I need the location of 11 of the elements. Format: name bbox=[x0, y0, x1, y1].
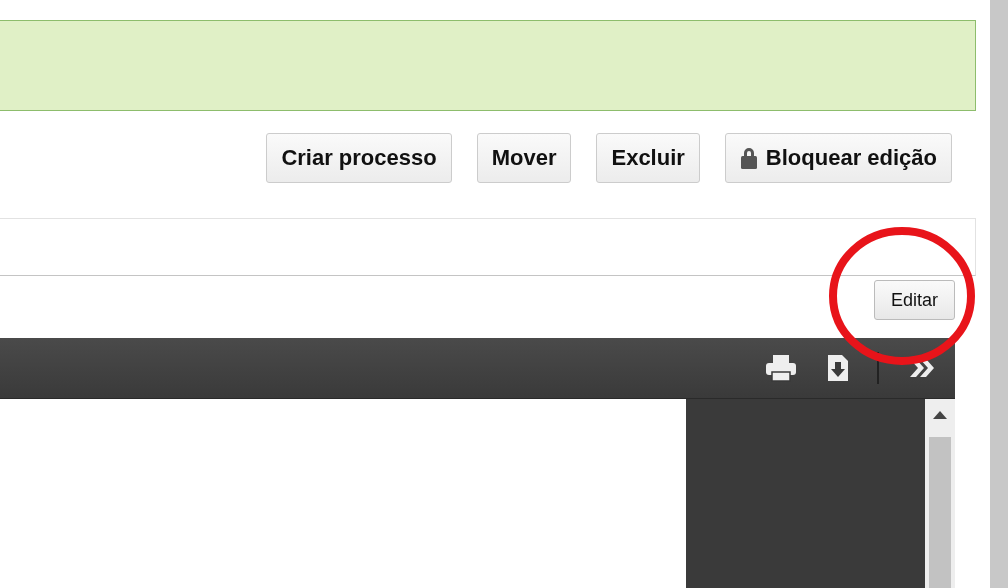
lock-icon bbox=[739, 146, 758, 170]
print-icon[interactable] bbox=[765, 354, 797, 382]
action-button[interactable]: Bloquear edição bbox=[724, 133, 952, 183]
edit-button[interactable]: Editar bbox=[873, 280, 955, 320]
action-button[interactable]: Excluir bbox=[596, 133, 700, 183]
scroll-up-icon[interactable] bbox=[933, 411, 947, 419]
action-button[interactable]: Mover bbox=[476, 133, 572, 183]
scrollbar[interactable] bbox=[925, 399, 955, 588]
download-icon[interactable] bbox=[827, 354, 849, 382]
page-scrollbar[interactable] bbox=[990, 0, 1008, 588]
action-button[interactable]: Criar processo bbox=[266, 133, 452, 183]
